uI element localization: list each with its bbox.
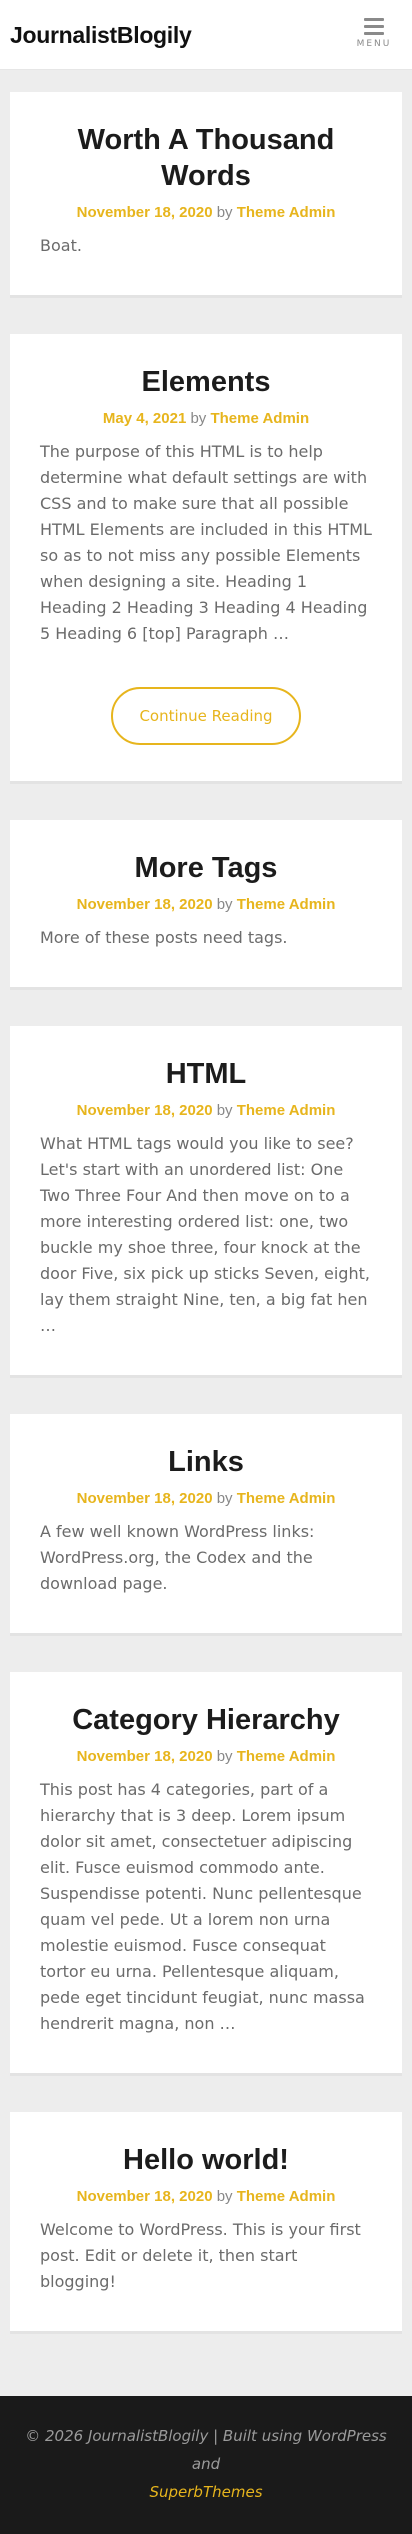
footer-link-superbthemes[interactable]: SuperbThemes	[18, 2478, 394, 2506]
post-by: by	[216, 204, 233, 221]
menu-label: MENU	[356, 39, 392, 49]
hamburger-icon	[354, 18, 394, 35]
post-title[interactable]: Category Hierarchy	[40, 1702, 372, 1738]
post-date[interactable]: November 18, 2020	[77, 2188, 213, 2205]
post-date[interactable]: November 18, 2020	[77, 896, 213, 913]
post-by: by	[216, 1490, 233, 1507]
post-title[interactable]: HTML	[40, 1056, 372, 1092]
post-author[interactable]: Theme Admin	[210, 410, 309, 427]
site-title[interactable]: JournalistBlogily	[10, 22, 192, 49]
post-date[interactable]: November 18, 2020	[77, 1748, 213, 1765]
post-excerpt: Boat.	[40, 236, 82, 255]
post-meta: May 4, 2021 by Theme Admin	[40, 410, 372, 427]
post-author[interactable]: Theme Admin	[237, 896, 336, 913]
footer-copyright: © 2026 JournalistBlogily | Built using W…	[25, 2427, 387, 2473]
menu-toggle-button[interactable]: MENU	[354, 18, 394, 56]
post-date[interactable]: November 18, 2020	[77, 1490, 213, 1507]
post-by: by	[216, 896, 233, 913]
post-by: by	[216, 1748, 233, 1765]
site-header: JournalistBlogily MENU	[0, 0, 412, 70]
post-date[interactable]: November 18, 2020	[77, 204, 213, 221]
post-meta: November 18, 2020 by Theme Admin	[40, 1102, 372, 1119]
post-card: Category Hierarchy November 18, 2020 by …	[10, 1672, 402, 2076]
post-excerpt: Welcome to WordPress. This is your first…	[40, 2220, 361, 2291]
post-card: HTML November 18, 2020 by Theme Admin Wh…	[10, 1026, 402, 1378]
post-title[interactable]: Hello world!	[40, 2142, 372, 2178]
post-by: by	[216, 2188, 233, 2205]
post-excerpt: This post has 4 categories, part of a hi…	[40, 1780, 365, 2033]
post-list: Worth A Thousand Words November 18, 2020…	[0, 70, 412, 2396]
post-title[interactable]: Elements	[40, 364, 372, 400]
post-excerpt: More of these posts need tags.	[40, 928, 288, 947]
post-excerpt: What HTML tags would you like to see? Le…	[40, 1134, 370, 1335]
post-card: Links November 18, 2020 by Theme Admin A…	[10, 1414, 402, 1636]
post-card: More Tags November 18, 2020 by Theme Adm…	[10, 820, 402, 990]
post-excerpt: A few well known WordPress links: WordPr…	[40, 1522, 315, 1593]
post-card: Hello world! November 18, 2020 by Theme …	[10, 2112, 402, 2334]
post-title[interactable]: Links	[40, 1444, 372, 1480]
post-date[interactable]: May 4, 2021	[103, 410, 186, 427]
post-meta: November 18, 2020 by Theme Admin	[40, 1748, 372, 1765]
post-meta: November 18, 2020 by Theme Admin	[40, 2188, 372, 2205]
post-author[interactable]: Theme Admin	[237, 2188, 336, 2205]
post-meta: November 18, 2020 by Theme Admin	[40, 204, 372, 221]
post-card: Elements May 4, 2021 by Theme Admin The …	[10, 334, 402, 784]
post-card: Worth A Thousand Words November 18, 2020…	[10, 92, 402, 298]
post-title[interactable]: Worth A Thousand Words	[40, 122, 372, 194]
site-footer: © 2026 JournalistBlogily | Built using W…	[0, 2396, 412, 2534]
post-date[interactable]: November 18, 2020	[77, 1102, 213, 1119]
post-author[interactable]: Theme Admin	[237, 1490, 336, 1507]
post-author[interactable]: Theme Admin	[237, 204, 336, 221]
post-by: by	[190, 410, 207, 427]
post-by: by	[216, 1102, 233, 1119]
continue-reading-button[interactable]: Continue Reading	[111, 687, 301, 745]
continue-wrap: Continue Reading	[40, 687, 372, 745]
post-excerpt: The purpose of this HTML is to help dete…	[40, 442, 372, 643]
post-author[interactable]: Theme Admin	[237, 1748, 336, 1765]
post-meta: November 18, 2020 by Theme Admin	[40, 1490, 372, 1507]
post-author[interactable]: Theme Admin	[237, 1102, 336, 1119]
post-title[interactable]: More Tags	[40, 850, 372, 886]
post-meta: November 18, 2020 by Theme Admin	[40, 896, 372, 913]
